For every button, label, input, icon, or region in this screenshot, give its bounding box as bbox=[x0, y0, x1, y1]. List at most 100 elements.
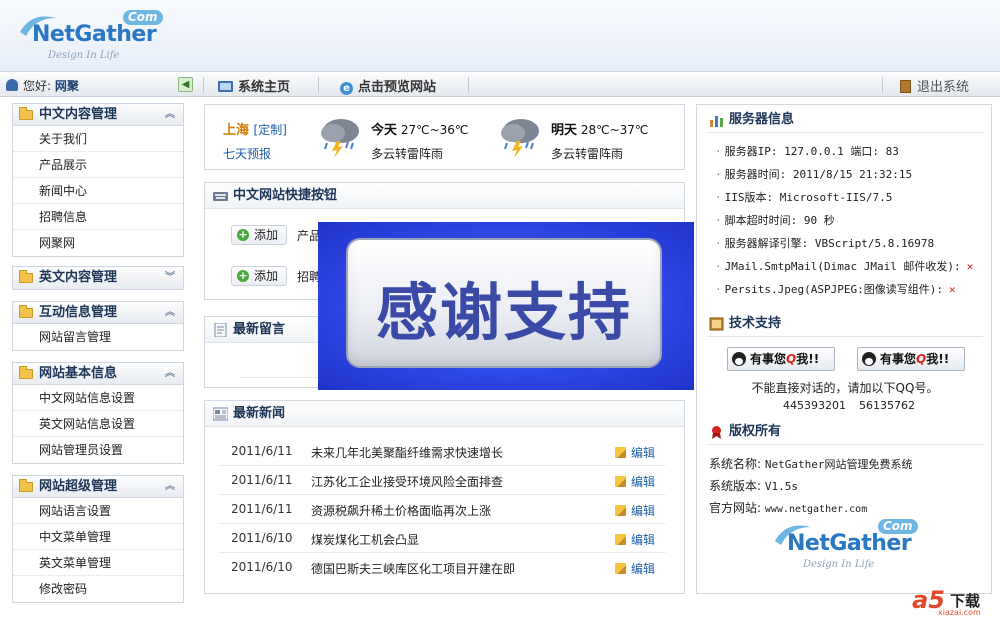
collapse-sidebar-icon[interactable]: ◀ bbox=[178, 77, 193, 92]
menu-item[interactable]: 网站管理员设置 bbox=[13, 437, 183, 463]
city-name: 上海 bbox=[223, 123, 250, 138]
pencil-icon bbox=[615, 476, 626, 487]
logo-slogan: Design In Life bbox=[803, 559, 875, 570]
menu-item[interactable]: 修改密码 bbox=[13, 576, 183, 602]
menu-title: 互动信息管理 bbox=[39, 305, 118, 320]
menu-item[interactable]: 中文网站信息设置 bbox=[13, 385, 183, 411]
edit-button[interactable]: 编辑 bbox=[615, 473, 655, 490]
tomorrow-weather: 明天 28℃~37℃ bbox=[551, 119, 648, 138]
add-label: 添加 bbox=[254, 269, 279, 283]
top-bar: 您好: 网聚 ◀ 系统主页 e 点击预览网站 退出系统 bbox=[0, 73, 1000, 97]
add-label: 添加 bbox=[254, 228, 279, 242]
news-title-link[interactable]: 资源税飙升稀土价格面临再次上涨 bbox=[311, 502, 491, 519]
pencil-icon bbox=[615, 505, 626, 516]
menu-item[interactable]: 中文菜单管理 bbox=[13, 524, 183, 550]
copyright-title: 版权所有 bbox=[707, 419, 983, 445]
pencil-icon bbox=[615, 447, 626, 458]
news-title: 最新新闻 bbox=[233, 406, 286, 421]
menu-item[interactable]: 网站留言管理 bbox=[13, 324, 183, 350]
news-row: 2011/6/11 江苏化工企业接受环境风险全面排查 编辑 bbox=[219, 466, 666, 495]
nav-preview-link[interactable]: e 点击预览网站 bbox=[340, 76, 436, 95]
folder-icon bbox=[19, 107, 33, 120]
weather-panel: 上海 [定制] 七天预报 今天 27℃~36℃ 多云转雷阵雨 明天 28℃~37… bbox=[204, 104, 685, 170]
chevron-up-icon: ︽ bbox=[165, 109, 175, 120]
server-info-row: · 服务器解译引擎: VBScript/5.8.16978 bbox=[715, 237, 935, 250]
panel-title: 中文网站快捷按钮 bbox=[205, 183, 684, 209]
pencil-icon bbox=[615, 534, 626, 545]
system-name-label: 系统名称: bbox=[709, 457, 762, 471]
today-desc: 多云转雷阵雨 bbox=[371, 147, 444, 161]
netgather-logo-footer: Com NetGather Design In Life bbox=[773, 519, 923, 575]
server-info-row: · JMail.SmtpMail(Dimac JMail 邮件收发): ✕ bbox=[715, 260, 974, 273]
menu-item[interactable]: 关于我们 bbox=[13, 126, 183, 152]
add-product-button[interactable]: + 添加 bbox=[231, 225, 288, 245]
tomorrow-label: 明天 bbox=[551, 123, 578, 138]
server-info-row: · 服务器IP: 127.0.0.1 端口: 83 bbox=[715, 145, 899, 158]
logout-label: 退出系统 bbox=[917, 80, 970, 95]
menu-head[interactable]: 网站基本信息 ︽ bbox=[13, 363, 183, 385]
user-icon bbox=[6, 79, 18, 91]
thunderstorm-icon bbox=[321, 119, 359, 158]
qq-contact-button[interactable]: 有事您Q我!! bbox=[727, 347, 835, 371]
menu-item[interactable]: 网站语言设置 bbox=[13, 498, 183, 524]
edit-button[interactable]: 编辑 bbox=[615, 560, 655, 577]
menu-head[interactable]: 互动信息管理 ︽ bbox=[13, 302, 183, 324]
menu-item[interactable]: 新闻中心 bbox=[13, 178, 183, 204]
menu-head[interactable]: 英文内容管理 ︾ bbox=[13, 267, 183, 289]
news-row: 2011/6/10 煤炭煤化工机会凸显 编辑 bbox=[219, 524, 666, 553]
server-info-row: · 脚本超时时间: 90 秒 bbox=[715, 214, 835, 227]
latest-news-panel: 最新新闻 2011/6/11 未来几年北美聚酯纤维需求快速增长 编辑 2011/… bbox=[204, 400, 685, 594]
chevron-down-icon: ︾ bbox=[165, 272, 175, 283]
netgather-logo[interactable]: Com NetGather Design In Life bbox=[18, 10, 168, 66]
news-title-link[interactable]: 未来几年北美聚酯纤维需求快速增长 bbox=[311, 444, 503, 461]
document-icon bbox=[214, 323, 227, 337]
menu-item[interactable]: 英文网站信息设置 bbox=[13, 411, 183, 437]
qq-penguin-icon bbox=[862, 352, 876, 366]
news-title-link[interactable]: 德国巴斯夫三峡库区化工项目开建在即 bbox=[311, 560, 515, 577]
door-icon bbox=[900, 80, 911, 93]
qq-btn-post: 我!! bbox=[796, 352, 820, 366]
edit-button[interactable]: 编辑 bbox=[615, 531, 655, 548]
add-job-button[interactable]: + 添加 bbox=[231, 266, 288, 286]
menu-head[interactable]: 中文内容管理 ︽ bbox=[13, 104, 183, 126]
tomorrow-desc: 多云转雷阵雨 bbox=[551, 147, 624, 161]
bar-chart-icon bbox=[710, 116, 723, 127]
right-column: 服务器信息 · 服务器IP: 127.0.0.1 端口: 83 · 服务器时间: 2… bbox=[696, 104, 992, 594]
monitor-icon bbox=[218, 81, 233, 92]
copyright-section-title: 版权所有 bbox=[729, 424, 782, 439]
today-temp: 27℃~36℃ bbox=[400, 123, 469, 137]
divider bbox=[882, 77, 883, 93]
qq-contact-button[interactable]: 有事您Q我!! bbox=[857, 347, 965, 371]
menu-item[interactable]: 产品展示 bbox=[13, 152, 183, 178]
news-row: 2011/6/11 资源税飙升稀土价格面临再次上涨 编辑 bbox=[219, 495, 666, 524]
browser-icon: e bbox=[340, 82, 353, 95]
edit-button[interactable]: 编辑 bbox=[615, 444, 655, 461]
edit-button[interactable]: 编辑 bbox=[615, 502, 655, 519]
panel-title: 最新新闻 bbox=[205, 401, 684, 427]
menu-item[interactable]: 招聘信息 bbox=[13, 204, 183, 230]
menu-item[interactable]: 网聚网 bbox=[13, 230, 183, 256]
keyboard-icon bbox=[213, 192, 228, 201]
nav-home-link[interactable]: 系统主页 bbox=[218, 76, 290, 95]
edit-label: 编辑 bbox=[631, 504, 656, 518]
folder-icon bbox=[19, 479, 33, 492]
version-label: 系统版本: bbox=[709, 479, 762, 493]
menu-item[interactable]: 英文菜单管理 bbox=[13, 550, 183, 576]
server-info-row: · IIS版本: Microsoft-IIS/7.5 bbox=[715, 191, 893, 204]
seven-day-forecast-link[interactable]: 七天预报 bbox=[223, 145, 271, 162]
qq-btn-post: 我!! bbox=[926, 352, 950, 366]
logout-link[interactable]: 退出系统 bbox=[900, 76, 969, 95]
server-title: 服务器信息 bbox=[729, 112, 795, 127]
overlay-plate: 感谢支持 bbox=[346, 238, 662, 368]
official-site-link[interactable]: www.netgather.com bbox=[765, 504, 867, 515]
logo-name: NetGather bbox=[32, 22, 157, 47]
news-row: 2011/6/10 德国巴斯夫三峡库区化工项目开建在即 编辑 bbox=[219, 553, 666, 582]
weather-custom-link[interactable]: [定制] bbox=[254, 123, 287, 137]
news-title-link[interactable]: 煤炭煤化工机会凸显 bbox=[311, 531, 419, 548]
menu-head[interactable]: 网站超级管理 ︽ bbox=[13, 476, 183, 498]
news-date: 2011/6/11 bbox=[231, 444, 293, 458]
edit-label: 编辑 bbox=[631, 562, 656, 576]
newspaper-icon bbox=[213, 407, 228, 421]
news-title-link[interactable]: 江苏化工企业接受环境风险全面排查 bbox=[311, 473, 503, 490]
menu-title: 中文内容管理 bbox=[39, 107, 118, 122]
